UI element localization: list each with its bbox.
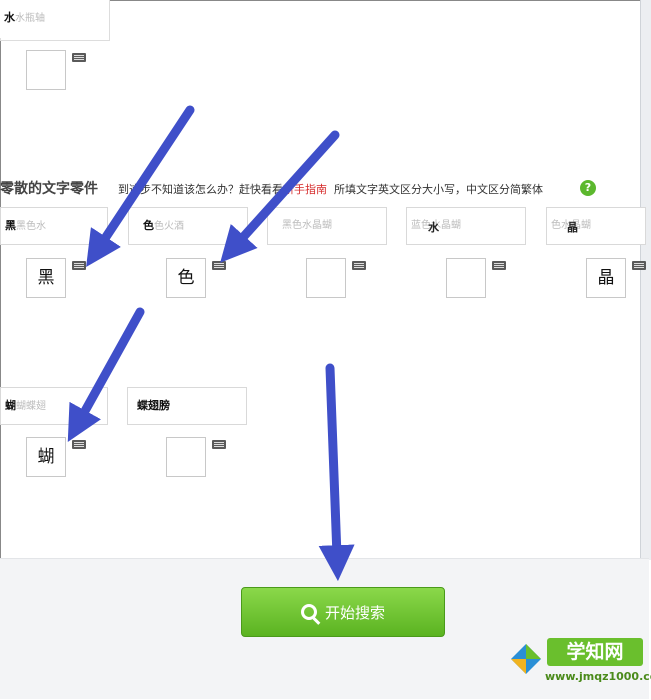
watermark-logo-icon (511, 644, 541, 674)
arrow-4 (318, 363, 355, 582)
arrow-3 (67, 307, 145, 443)
watermark: 学知网 www.jmqz1000.com (505, 634, 651, 696)
watermark-url: www.jmqz1000.com (545, 670, 651, 683)
annotation-arrows (67, 105, 355, 582)
arrow-2 (220, 130, 340, 263)
watermark-title: 学知网 (547, 638, 643, 666)
arrow-1 (86, 105, 195, 268)
